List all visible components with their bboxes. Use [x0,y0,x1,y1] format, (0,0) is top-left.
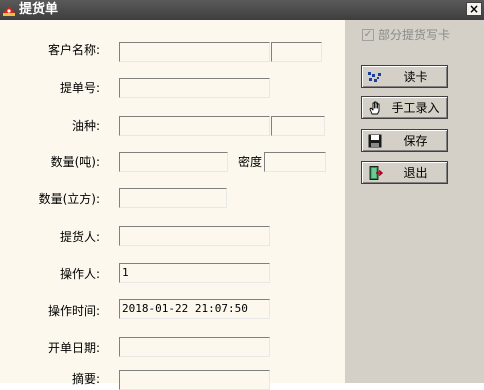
open-date-input[interactable] [119,337,270,357]
exit-door-icon [369,166,383,180]
app-icon [3,6,15,16]
density-input[interactable] [264,152,326,172]
customer-code-input[interactable] [271,42,322,62]
close-icon: × [468,2,480,16]
open-date-label: 开单日期: [47,341,100,355]
operator-input[interactable]: 1 [119,263,270,283]
qty-m3-input[interactable] [119,188,227,208]
save-button[interactable]: 保存 [361,129,448,152]
manual-entry-label: 手工录入 [391,101,440,115]
picker-label: 提货人: [59,230,100,244]
read-card-icon [368,72,381,82]
oil-type-input[interactable] [119,116,270,136]
checkbox-check-icon: ✓ [362,29,374,41]
bill-no-input[interactable] [119,78,270,98]
save-label: 保存 [403,134,428,148]
customer-input[interactable] [119,42,270,62]
manual-entry-button[interactable]: 手工录入 [361,96,448,119]
close-button[interactable]: × [466,2,482,16]
window-title: 提货单 [19,2,59,17]
qty-m3-label: 数量(立方): [38,192,100,206]
read-card-button[interactable]: 读卡 [361,65,448,88]
op-time-label: 操作时间: [47,304,100,318]
partial-write-label: 部分提货写卡 [378,28,451,42]
oil-type-code-input[interactable] [271,116,325,136]
qty-ton-input[interactable] [119,152,228,172]
exit-label: 退出 [403,166,428,180]
operator-label: 操作人: [59,267,100,281]
summary-label: 摘要: [71,372,100,386]
op-time-input[interactable]: 2018-01-22 21:07:50 [119,299,270,319]
summary-input[interactable] [119,370,270,390]
hand-icon [369,101,380,115]
title-bar: 提货单 × [0,0,484,20]
customer-label: 客户名称: [47,43,100,57]
save-icon [368,134,382,148]
read-card-label: 读卡 [403,70,428,84]
oil-type-label: 油种: [71,119,100,133]
qty-ton-label: 数量(吨): [50,155,100,169]
bill-no-label: 提单号: [59,81,100,95]
exit-button[interactable]: 退出 [361,161,448,184]
density-label: 密度 [238,155,263,169]
picker-input[interactable] [119,226,270,246]
